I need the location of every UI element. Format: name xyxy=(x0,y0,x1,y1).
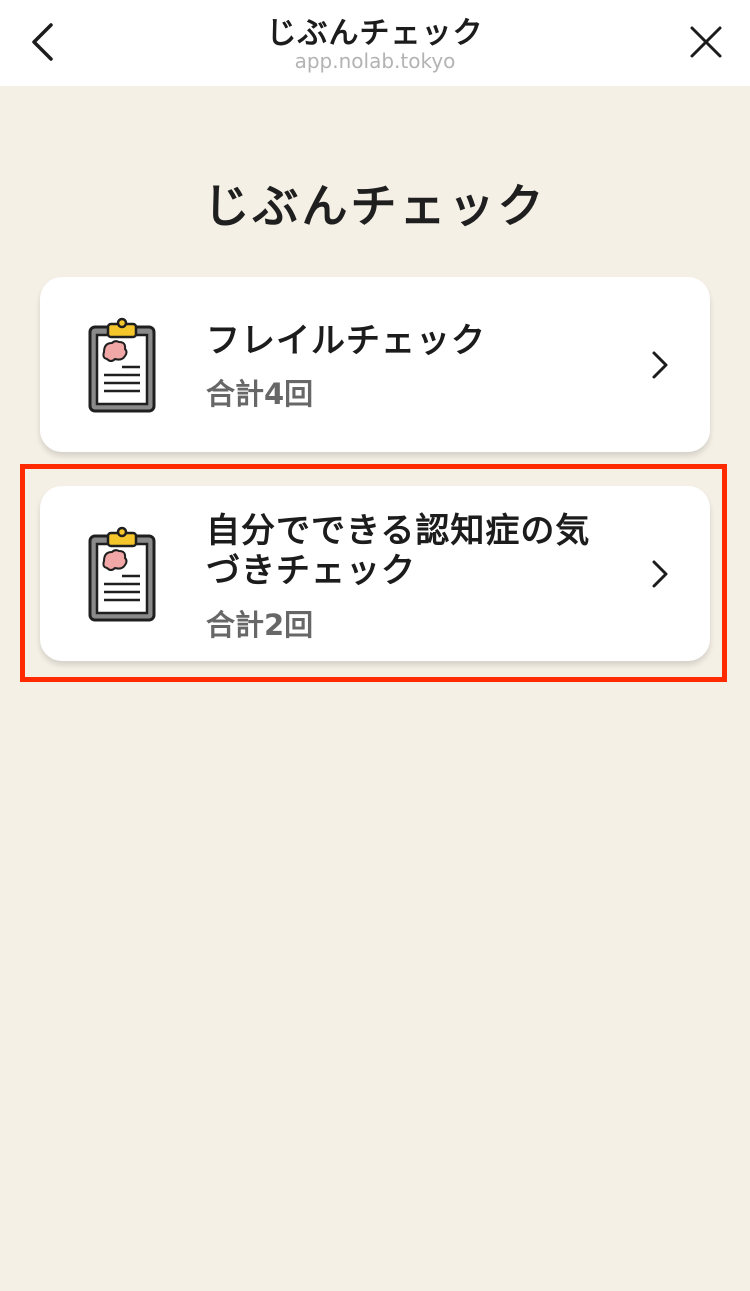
card-title: 自分でできる認知症の気づきチェック xyxy=(206,511,591,591)
page-title: じぶんチェック xyxy=(203,179,547,233)
app-header: じぶんチェック app.nolab.tokyo xyxy=(0,0,750,86)
chevron-right-icon xyxy=(652,351,668,379)
card-frailty-check[interactable]: フレイルチェック 合計4回 xyxy=(40,277,710,452)
close-button[interactable] xyxy=(684,20,728,64)
chevron-right-icon xyxy=(652,560,668,588)
close-icon xyxy=(690,26,722,58)
card-count: 合計4回 xyxy=(206,377,314,411)
header-url: app.nolab.tokyo xyxy=(294,49,456,73)
card-count: 合計2回 xyxy=(206,608,314,642)
card-dementia-check[interactable]: 自分でできる認知症の気づきチェック 合計2回 xyxy=(40,486,710,661)
card-title: フレイルチェック xyxy=(206,321,486,361)
clipboard-brain-icon xyxy=(88,526,156,622)
clipboard-brain-icon xyxy=(88,317,156,413)
header-title: じぶんチェック xyxy=(266,16,484,51)
